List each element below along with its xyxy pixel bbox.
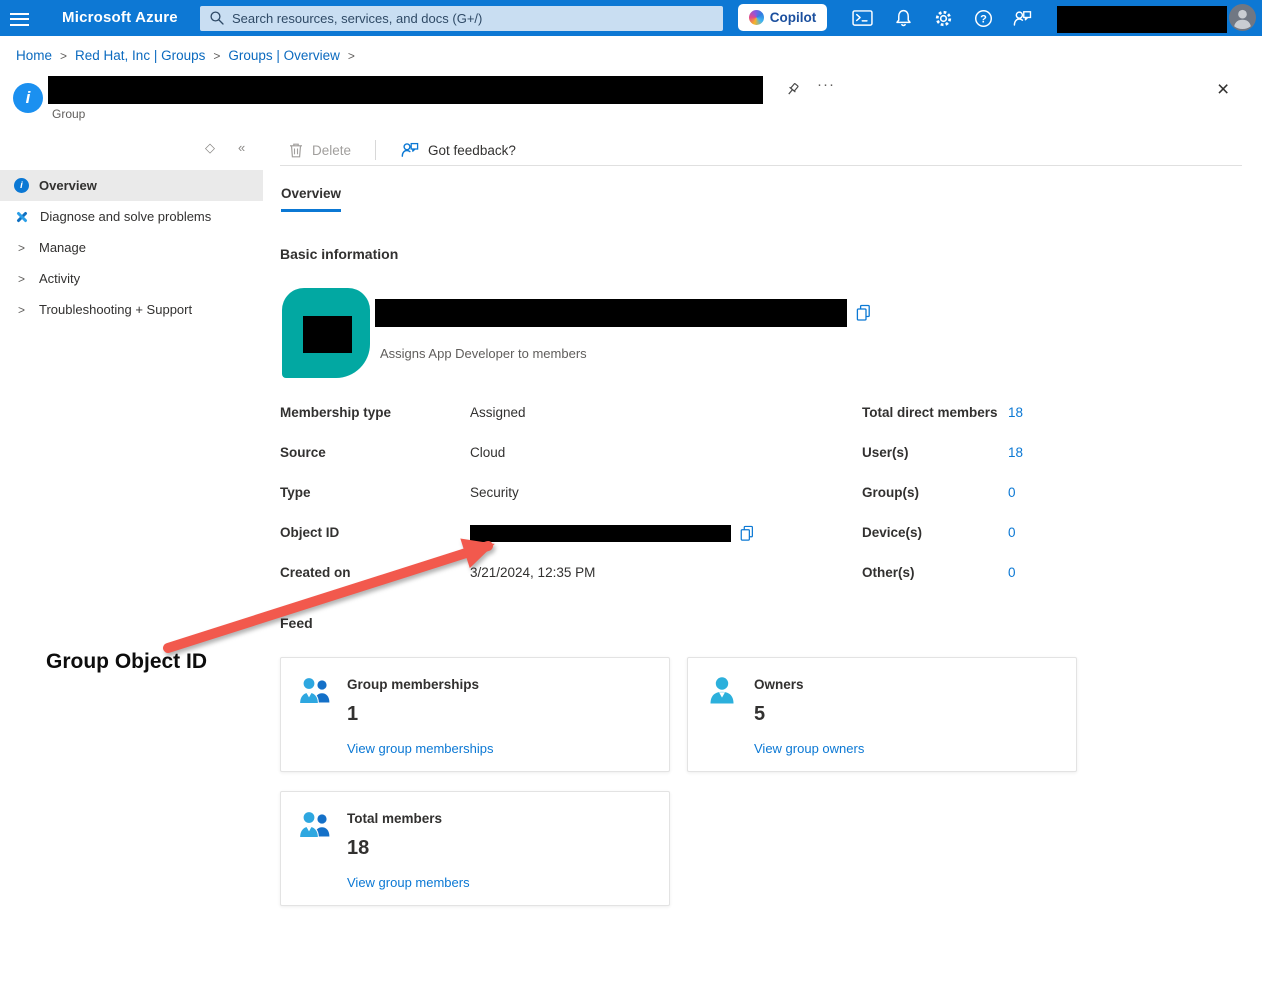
chevron-right-icon: > <box>14 241 29 255</box>
breadcrumb-home[interactable]: Home <box>16 48 52 63</box>
card-value: 5 <box>754 703 864 726</box>
person-icon <box>705 674 739 708</box>
detail-row: Type Security <box>280 485 755 525</box>
users-count-link[interactable]: 18 <box>1008 445 1023 460</box>
breadcrumb-tenant-groups[interactable]: Red Hat, Inc | Groups <box>75 48 205 63</box>
card-group-memberships: Group memberships 1 View group membershi… <box>280 657 670 772</box>
chevron-right-icon: > <box>14 272 29 286</box>
sidebar-nav: i Overview Diagnose and solve problems >… <box>0 170 263 325</box>
people-icon <box>298 674 332 708</box>
svg-text:?: ? <box>980 13 987 25</box>
details-left: Membership type Assigned Source Cloud Ty… <box>280 405 755 605</box>
sidebar-item-troubleshooting[interactable]: > Troubleshooting + Support <box>0 294 263 325</box>
sidebar-item-manage[interactable]: > Manage <box>0 232 263 263</box>
hamburger-menu-icon[interactable] <box>10 9 29 27</box>
notifications-bell-icon[interactable] <box>893 8 914 29</box>
detail-row: Total direct members 18 <box>862 405 1023 445</box>
azure-brand[interactable]: Microsoft Azure <box>62 9 178 26</box>
group-info-icon: i <box>13 83 43 113</box>
global-search <box>200 6 723 31</box>
feed-heading: Feed <box>280 615 313 631</box>
card-total-members: Total members 18 View group members <box>280 791 670 906</box>
group-title-redacted <box>48 76 763 104</box>
info-icon: i <box>14 178 29 193</box>
view-group-memberships-link[interactable]: View group memberships <box>347 741 493 756</box>
sidebar-item-diagnose[interactable]: Diagnose and solve problems <box>0 201 263 232</box>
people-icon <box>298 808 332 842</box>
settings-gear-icon[interactable] <box>933 8 954 29</box>
sidebar-collapse-icon[interactable]: « <box>238 140 245 156</box>
card-title: Total members <box>347 811 470 826</box>
tab-overview[interactable]: Overview <box>281 186 341 212</box>
breadcrumb-separator: > <box>348 49 355 63</box>
breadcrumb-separator: > <box>60 49 67 63</box>
group-avatar-initials-redacted <box>303 316 352 353</box>
detail-row: User(s) 18 <box>862 445 1023 485</box>
card-value: 18 <box>347 837 470 860</box>
command-bar: Delete Got feedback? <box>288 139 516 161</box>
tools-icon <box>14 209 30 225</box>
view-group-members-link[interactable]: View group members <box>347 875 470 890</box>
detail-row: Device(s) 0 <box>862 525 1023 565</box>
toolbar-divider-line <box>280 165 1242 166</box>
group-description: Assigns App Developer to members <box>380 346 587 361</box>
group-avatar <box>282 288 370 378</box>
breadcrumb: Home > Red Hat, Inc | Groups > Groups | … <box>16 48 355 63</box>
topbar: Microsoft Azure Copilot ? <box>0 0 1262 36</box>
card-title: Owners <box>754 677 864 692</box>
feedback-person-icon <box>400 140 420 160</box>
delete-button[interactable]: Delete <box>288 142 351 159</box>
card-owners: Owners 5 View group owners <box>687 657 1077 772</box>
detail-row: Source Cloud <box>280 445 755 485</box>
others-count-link[interactable]: 0 <box>1008 565 1016 580</box>
breadcrumb-groups-overview[interactable]: Groups | Overview <box>228 48 340 63</box>
cloud-shell-icon[interactable] <box>852 8 873 29</box>
breadcrumb-separator: > <box>213 49 220 63</box>
page-subtitle: Group <box>52 107 85 121</box>
user-avatar[interactable] <box>1229 4 1256 31</box>
copy-object-id-icon[interactable] <box>739 525 755 542</box>
pin-icon[interactable] <box>784 81 802 99</box>
total-direct-members-link[interactable]: 18 <box>1008 405 1023 420</box>
groups-count-link[interactable]: 0 <box>1008 485 1016 500</box>
annotation-label: Group Object ID <box>46 650 207 674</box>
more-actions-icon[interactable]: ··· <box>817 76 835 93</box>
card-title: Group memberships <box>347 677 493 692</box>
detail-row-object-id: Object ID <box>280 525 755 565</box>
help-icon[interactable]: ? <box>973 8 994 29</box>
copilot-button[interactable]: Copilot <box>738 4 827 31</box>
feedback-icon[interactable] <box>1012 8 1033 29</box>
sidebar-resize-icon[interactable]: ◇ <box>205 140 215 156</box>
got-feedback-button[interactable]: Got feedback? <box>400 140 516 160</box>
basic-information-heading: Basic information <box>280 246 398 262</box>
account-info-redacted[interactable] <box>1057 6 1227 33</box>
sidebar-item-activity[interactable]: > Activity <box>0 263 263 294</box>
devices-count-link[interactable]: 0 <box>1008 525 1016 540</box>
detail-row: Other(s) 0 <box>862 565 1023 605</box>
object-id-redacted <box>470 525 731 542</box>
close-icon[interactable]: × <box>1217 79 1229 100</box>
trash-icon <box>288 142 304 159</box>
sidebar-tools: ◇ « <box>205 140 245 156</box>
chevron-right-icon: > <box>14 303 29 317</box>
card-value: 1 <box>347 703 493 726</box>
detail-row: Created on 3/21/2024, 12:35 PM <box>280 565 755 605</box>
detail-row: Membership type Assigned <box>280 405 755 445</box>
toolbar-divider <box>375 140 376 160</box>
copilot-icon <box>749 10 764 25</box>
details-right: Total direct members 18 User(s) 18 Group… <box>862 405 1023 605</box>
detail-row: Group(s) 0 <box>862 485 1023 525</box>
group-name-redacted <box>375 299 847 327</box>
copy-group-name-icon[interactable] <box>855 304 872 322</box>
view-group-owners-link[interactable]: View group owners <box>754 741 864 756</box>
search-input[interactable] <box>200 6 723 31</box>
search-icon <box>209 10 225 26</box>
sidebar-item-overview[interactable]: i Overview <box>0 170 263 201</box>
